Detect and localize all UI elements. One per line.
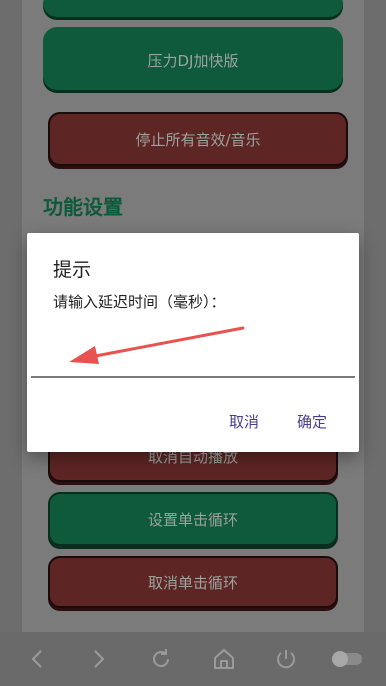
power-icon[interactable] <box>273 646 299 672</box>
set-single-loop-button[interactable]: 设置单击循环 <box>48 492 338 546</box>
delay-input-dialog: 提示 请输入延迟时间（毫秒）： 取消 确定 <box>27 233 359 452</box>
home-icon[interactable] <box>211 646 237 672</box>
back-icon[interactable] <box>24 646 50 672</box>
section-title-settings: 功能设置 <box>43 195 123 219</box>
delay-input-field[interactable] <box>31 338 355 378</box>
cancel-single-loop-button[interactable]: 取消单击循环 <box>48 556 338 608</box>
dialog-ok-button[interactable]: 确定 <box>297 411 327 432</box>
bottom-navigation-bar <box>0 632 386 686</box>
pressure-dj-button[interactable]: 压力DJ加快版 <box>43 27 343 93</box>
forward-icon[interactable] <box>86 646 112 672</box>
refresh-icon[interactable] <box>148 646 174 672</box>
dialog-cancel-button[interactable]: 取消 <box>229 411 259 432</box>
stop-all-sounds-button[interactable]: 停止所有音效/音乐 <box>48 112 348 166</box>
toggle-icon[interactable] <box>330 646 364 672</box>
dialog-message: 请输入延迟时间（毫秒）： <box>53 293 226 311</box>
dialog-title: 提示 <box>53 259 92 281</box>
top-partial-button[interactable] <box>43 0 343 20</box>
